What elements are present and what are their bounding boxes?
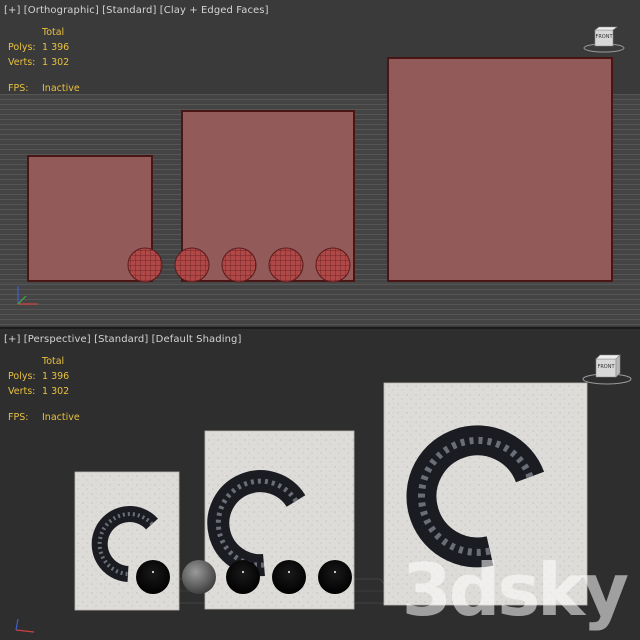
view-type-menu[interactable]: [Perspective] xyxy=(24,334,91,345)
sphere xyxy=(174,247,210,283)
perspective-viewport[interactable]: [+] [Perspective] [Standard] [Default Sh… xyxy=(0,329,640,640)
sphere xyxy=(182,560,216,594)
sphere xyxy=(272,560,306,594)
sphere xyxy=(127,247,163,283)
sphere xyxy=(268,247,304,283)
fps-value: Inactive xyxy=(42,412,80,423)
viewcube-face-label: FRONT xyxy=(597,364,615,370)
viewcube[interactable]: FRONT xyxy=(580,353,634,389)
display-mode-menu[interactable]: [Default Shading] xyxy=(152,334,242,345)
large-panel xyxy=(387,57,613,282)
verts-value: 1 302 xyxy=(42,386,70,397)
viewport-label: [+] [Orthographic] [Standard] [Clay + Ed… xyxy=(4,5,269,16)
viewport-menu-button[interactable]: [+] xyxy=(4,334,20,345)
orthographic-viewport[interactable]: [+] [Orthographic] [Standard] [Clay + Ed… xyxy=(0,0,640,327)
sphere xyxy=(136,560,170,594)
verts-label: Verts: xyxy=(8,386,36,397)
verts-value: 1 302 xyxy=(42,57,70,68)
view-type-menu[interactable]: [Orthographic] xyxy=(24,5,99,16)
viewcube[interactable]: FRONT xyxy=(580,26,628,56)
sphere xyxy=(315,247,351,283)
stats-total-label: Total xyxy=(42,27,65,38)
stats-total-label: Total xyxy=(42,356,65,367)
shading-style-menu[interactable]: [Standard] xyxy=(94,334,148,345)
fps-value: Inactive xyxy=(42,83,80,94)
polys-value: 1 396 xyxy=(42,371,70,382)
sphere xyxy=(318,560,352,594)
sphere xyxy=(221,247,257,283)
viewport-label: [+] [Perspective] [Standard] [Default Sh… xyxy=(4,334,242,345)
viewcube-face-label: FRONT xyxy=(595,34,613,40)
fps-label: FPS: xyxy=(8,412,29,423)
shading-style-menu[interactable]: [Standard] xyxy=(102,5,156,16)
polys-value: 1 396 xyxy=(42,42,70,53)
polys-label: Polys: xyxy=(8,371,36,382)
viewport-menu-button[interactable]: [+] xyxy=(4,5,20,16)
watermark-logo: 3dsky xyxy=(401,548,629,632)
orthographic-scene xyxy=(0,0,640,327)
polys-label: Polys: xyxy=(8,42,36,53)
fps-label: FPS: xyxy=(8,83,29,94)
verts-label: Verts: xyxy=(8,57,36,68)
sphere xyxy=(226,560,260,594)
display-mode-menu[interactable]: [Clay + Edged Faces] xyxy=(160,5,269,16)
